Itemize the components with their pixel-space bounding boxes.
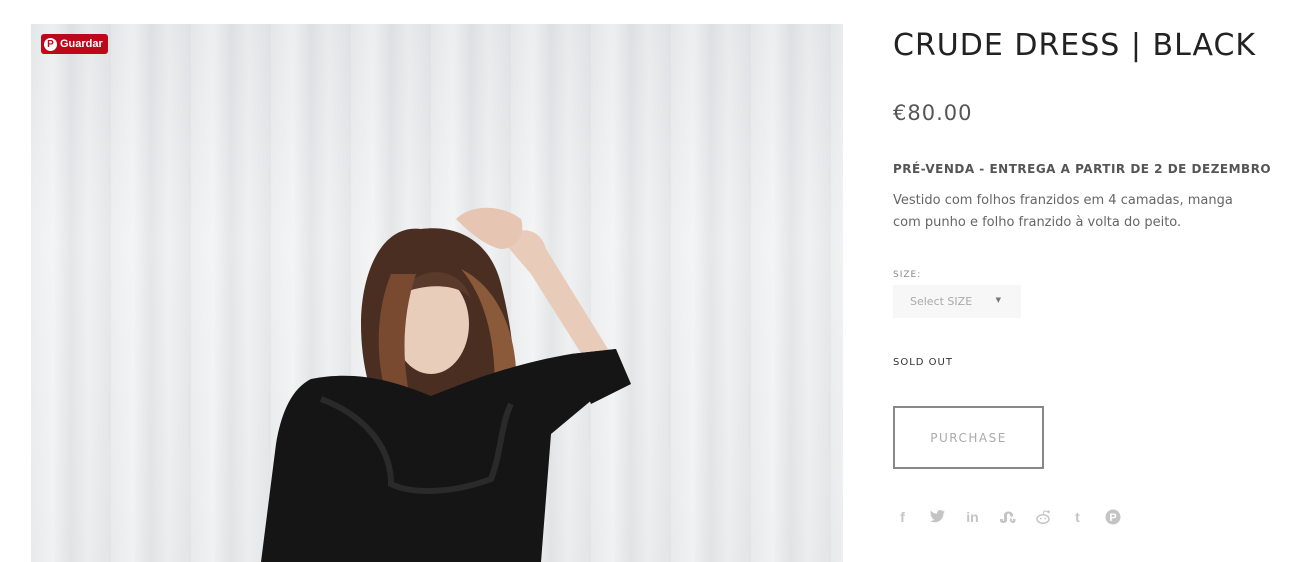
tumblr-icon[interactable]: t [1068,507,1087,526]
pinterest-share-icon[interactable]: P [1103,507,1122,526]
product-title: CRUDE DRESS | BLACK [893,28,1257,63]
linkedin-icon[interactable]: in [963,507,982,526]
product-info: CRUDE DRESS | BLACK €80.00 PRÉ-VENDA - E… [893,24,1293,526]
svg-text:P: P [1109,512,1116,524]
size-label: SIZE: [893,270,922,280]
stumbleupon-icon[interactable] [998,507,1017,526]
pinterest-save-button[interactable]: P Guardar [41,34,108,54]
chevron-down-icon: ▼ [995,296,1001,304]
product-price: €80.00 [893,101,973,125]
stock-status: SOLD OUT [893,357,953,368]
preorder-notice: PRÉ-VENDA - ENTREGA A PARTIR DE 2 DE DEZ… [893,162,1272,176]
product-image[interactable]: P Guardar [31,24,843,562]
pinterest-icon: P [44,37,57,51]
facebook-icon[interactable]: f [893,507,912,526]
size-select[interactable]: Select SIZE ▼ [893,285,1021,318]
twitter-icon[interactable] [928,507,947,526]
reddit-icon[interactable] [1033,507,1052,526]
model-illustration [261,207,631,562]
size-select-value: Select SIZE [910,295,973,308]
product-description: Vestido com folhos franzidos em 4 camada… [893,193,1233,230]
share-links: f in t P [893,507,1293,526]
pinterest-save-label: Guardar [60,38,103,50]
purchase-button[interactable]: PURCHASE [893,406,1044,469]
